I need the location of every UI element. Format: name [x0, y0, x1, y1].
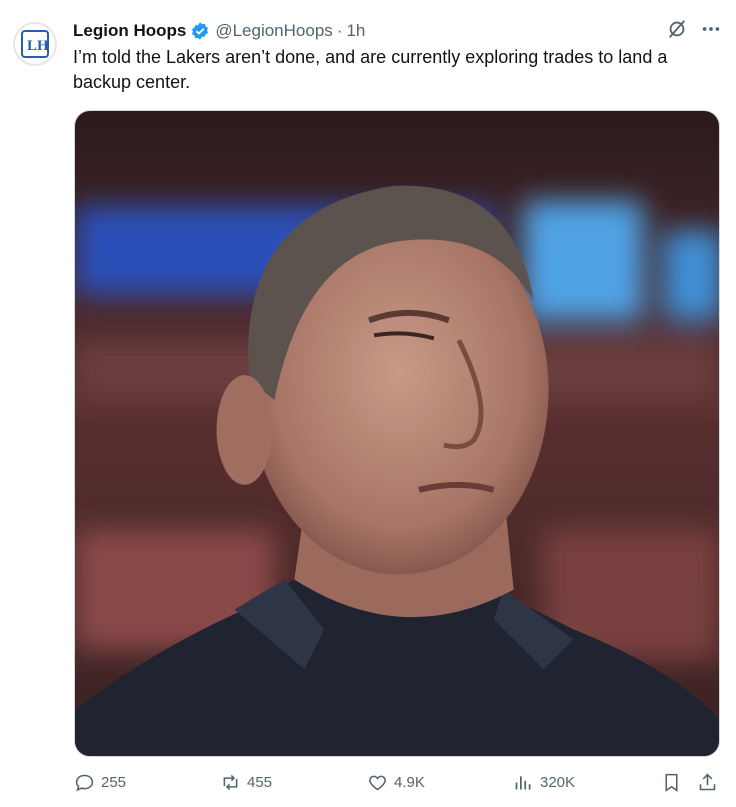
share-button[interactable]: [697, 772, 724, 793]
legion-hoops-logo-icon: LH: [21, 30, 49, 58]
reply-count: 255: [101, 774, 127, 791]
separator-dot: ·: [336, 21, 343, 40]
share-icon: [699, 773, 716, 791]
views-icon: [515, 776, 531, 790]
author-name[interactable]: Legion Hoops: [73, 21, 186, 41]
views-count: 320K: [540, 774, 576, 791]
repost-count: 455: [247, 774, 273, 791]
tweet-photo[interactable]: [74, 110, 720, 757]
avatar[interactable]: LH: [13, 22, 57, 66]
like-count: 4.9K: [394, 774, 425, 791]
more-icon[interactable]: [700, 18, 722, 45]
bookmark-button[interactable]: [661, 772, 688, 793]
grok-icon[interactable]: [666, 18, 688, 45]
top-right-actions: [666, 18, 722, 45]
svg-text:LH: LH: [27, 38, 49, 54]
like-button[interactable]: 4.9K: [367, 772, 425, 793]
reply-icon: [75, 774, 94, 792]
views-button[interactable]: 320K: [513, 772, 575, 793]
author-handle[interactable]: @LegionHoops: [215, 21, 332, 41]
bookmark-icon: [665, 773, 678, 792]
photo-of-man-courtside: [75, 111, 719, 756]
reply-button[interactable]: 255: [74, 772, 126, 793]
verified-badge-icon[interactable]: [190, 21, 210, 41]
tweet-actions: 255 455 4.9K 320K: [74, 772, 722, 800]
tweet-text: I’m told the Lakers aren’t done, and are…: [73, 47, 668, 92]
repost-button[interactable]: 455: [220, 772, 272, 793]
timestamp[interactable]: 1h: [346, 21, 365, 41]
repost-icon: [223, 774, 238, 791]
tweet-header: Legion Hoops @LegionHoops · 1h: [73, 19, 365, 43]
like-icon: [369, 775, 386, 791]
